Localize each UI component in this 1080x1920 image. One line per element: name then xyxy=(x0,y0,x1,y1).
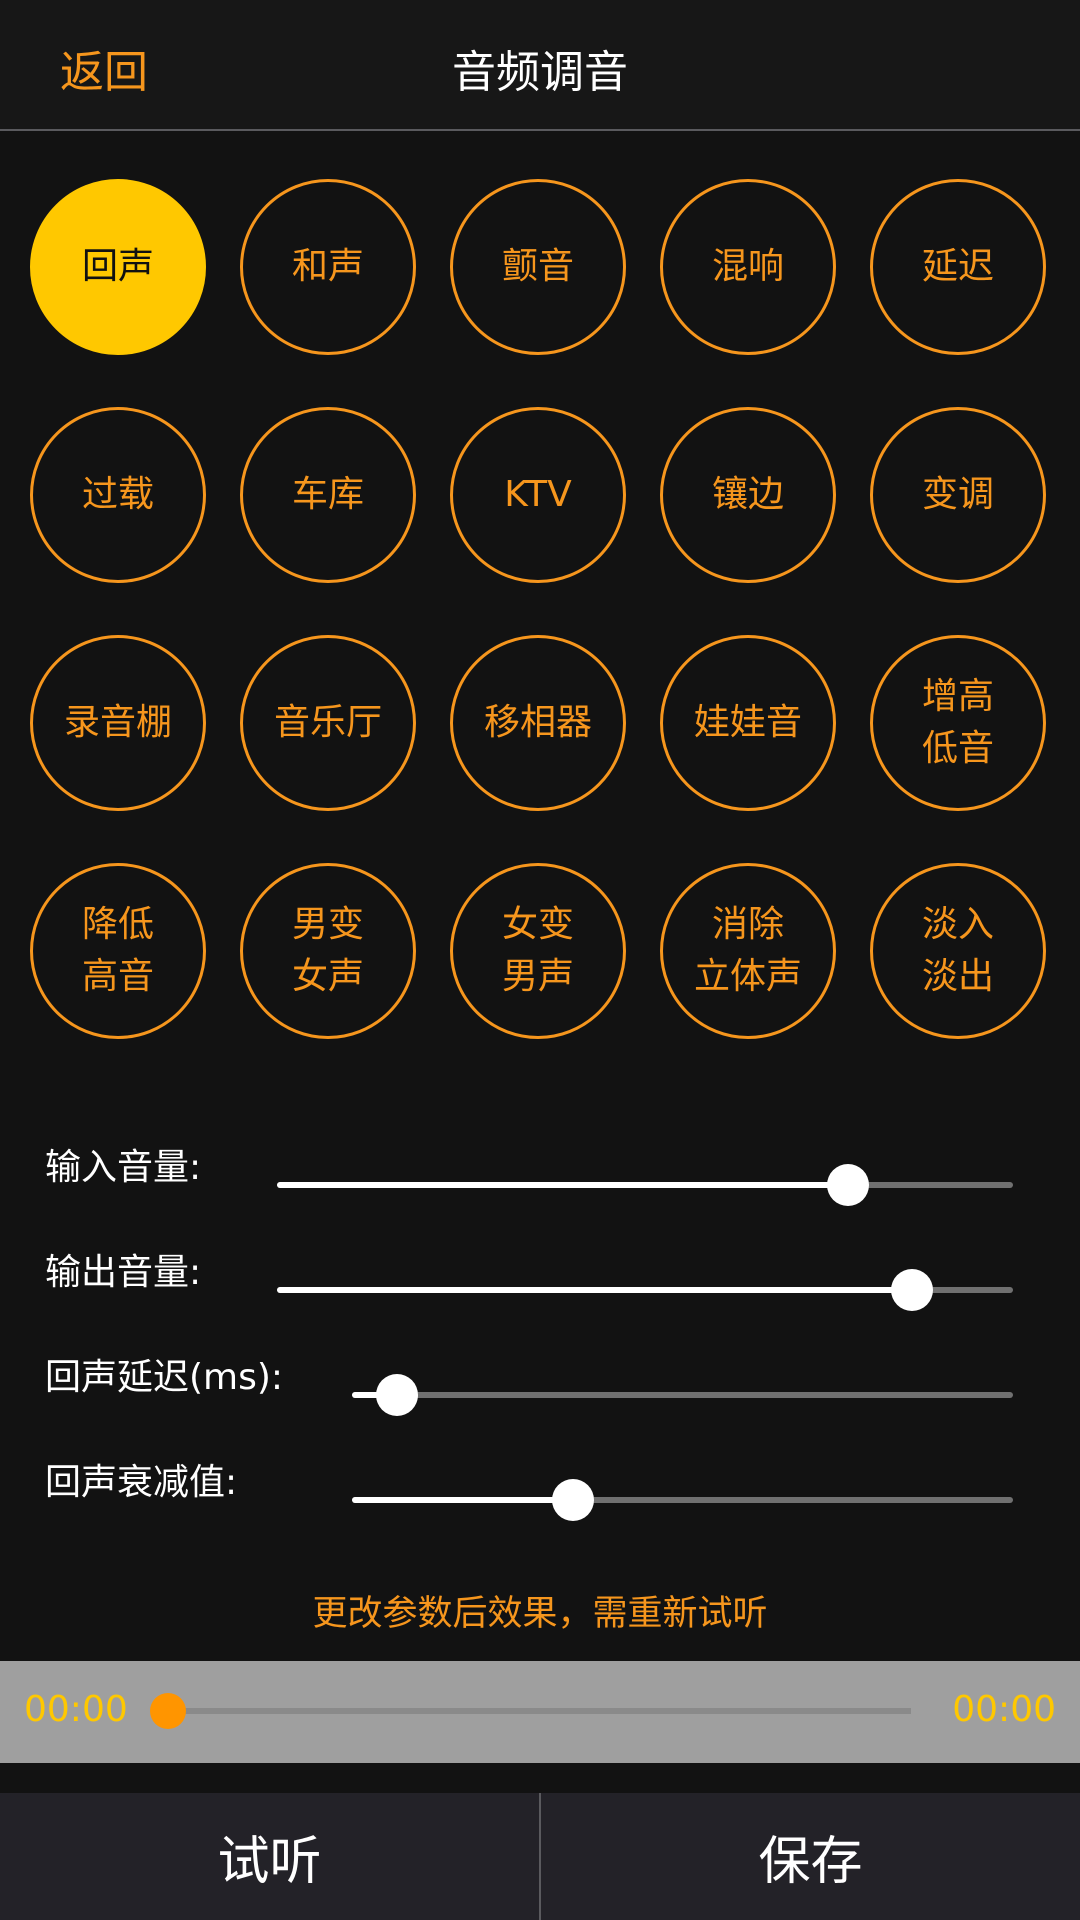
effect-button[interactable]: 镶边 xyxy=(660,407,836,583)
parameter-slider[interactable] xyxy=(352,1374,1013,1416)
effect-button[interactable]: 车库 xyxy=(240,407,416,583)
slider-fill xyxy=(277,1287,913,1293)
parameter-slider[interactable] xyxy=(352,1479,1013,1521)
slider-fill xyxy=(352,1497,573,1503)
audio-player: 00:00 00:00 xyxy=(0,1661,1080,1763)
effect-button[interactable]: 女变 男声 xyxy=(450,863,626,1039)
slider-fill xyxy=(277,1182,849,1188)
slider-thumb[interactable] xyxy=(551,1479,594,1521)
effect-button[interactable]: 过载 xyxy=(30,407,206,583)
effect-button[interactable]: 娃娃音 xyxy=(660,635,836,811)
slider-label: 回声衰减值: xyxy=(45,1462,238,1503)
header: 返回 音频调音 xyxy=(0,0,1080,131)
footer-bar: 试听 保存 xyxy=(0,1793,1080,1920)
slider-label: 输入音量: xyxy=(45,1147,202,1188)
save-button[interactable]: 保存 xyxy=(541,1793,1080,1920)
preview-button[interactable]: 试听 xyxy=(0,1793,539,1920)
effect-button[interactable]: 回声 xyxy=(30,179,206,355)
playback-track[interactable] xyxy=(168,1708,911,1714)
effect-button[interactable]: 移相器 xyxy=(450,635,626,811)
total-time: 00:00 xyxy=(952,1689,1056,1730)
effect-button[interactable]: 变调 xyxy=(870,407,1046,583)
page-title: 音频调音 xyxy=(452,47,628,98)
effect-button[interactable]: 男变 女声 xyxy=(240,863,416,1039)
effect-button[interactable]: 和声 xyxy=(240,179,416,355)
effect-button[interactable]: 增高 低音 xyxy=(870,635,1046,811)
playback-thumb[interactable] xyxy=(150,1693,186,1729)
effect-button[interactable]: 音乐厅 xyxy=(240,635,416,811)
effect-button[interactable]: 颤音 xyxy=(450,179,626,355)
effect-button[interactable]: 延迟 xyxy=(870,179,1046,355)
slider-track[interactable] xyxy=(352,1392,1013,1398)
effect-button[interactable]: 降低 高音 xyxy=(30,863,206,1039)
effect-button[interactable]: 混响 xyxy=(660,179,836,355)
slider-thumb[interactable] xyxy=(827,1164,870,1206)
parameter-slider[interactable] xyxy=(277,1164,1013,1206)
effect-button[interactable]: 录音棚 xyxy=(30,635,206,811)
slider-thumb[interactable] xyxy=(375,1374,418,1416)
slider-label: 回声延迟(ms): xyxy=(45,1357,284,1398)
slider-thumb[interactable] xyxy=(891,1269,934,1311)
slider-label: 输出音量: xyxy=(45,1252,202,1293)
hint-text: 更改参数后效果，需重新试听 xyxy=(312,1594,768,1634)
effect-button[interactable]: KTV xyxy=(450,407,626,583)
effect-button[interactable]: 淡入 淡出 xyxy=(870,863,1046,1039)
current-time: 00:00 xyxy=(24,1689,128,1730)
effect-button[interactable]: 消除 立体声 xyxy=(660,863,836,1039)
parameter-slider[interactable] xyxy=(277,1269,1013,1311)
